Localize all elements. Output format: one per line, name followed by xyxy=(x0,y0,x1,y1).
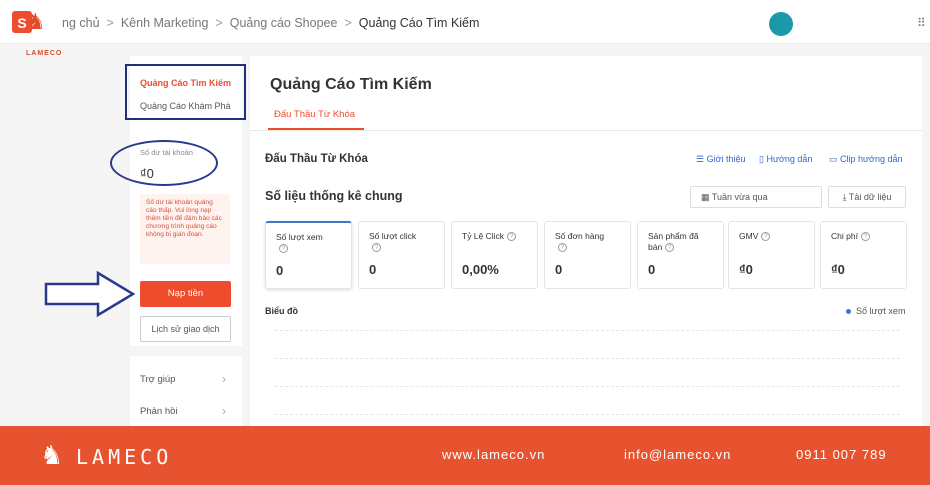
help-circle-icon[interactable]: ? xyxy=(279,244,288,254)
tab-divider xyxy=(250,130,922,131)
help-circle-icon[interactable]: ? xyxy=(507,232,517,242)
stats-title: Số liệu thống kê chung xyxy=(265,189,403,203)
breadcrumb-current: Quảng Cáo Tìm Kiếm xyxy=(358,16,480,30)
footer-banner: ♞ LAMECO www.lameco.vn info@lameco.vn 09… xyxy=(0,426,930,485)
section-title: Đấu Thầu Từ Khóa xyxy=(265,153,368,165)
apps-grid-icon[interactable]: ⠿ xyxy=(917,16,926,30)
metric-value: 0 xyxy=(648,262,656,277)
main-panel: Quảng Cáo Tìm Kiếm Đấu Thầu Từ Khóa Đấu … xyxy=(250,56,922,426)
metric-label: GMV xyxy=(739,231,759,241)
horse-logo-icon: ♞ xyxy=(26,9,46,34)
metric-label: Số lượt xem xyxy=(276,232,323,242)
tab-keyword-bidding[interactable]: Đấu Thầu Từ Khóa xyxy=(274,109,355,120)
metric-card-gmv[interactable]: GMV? ₫0 xyxy=(728,221,815,289)
transaction-history-button[interactable]: Lịch sử giao dịch xyxy=(140,316,231,342)
help-circle-icon[interactable]: ? xyxy=(558,243,567,253)
clip-link-label: Clip hướng dẫn xyxy=(840,154,903,164)
chart-legend[interactable]: Số lượt xem xyxy=(846,306,905,316)
breadcrumb-separator: > xyxy=(106,16,114,30)
metric-label: Chi phí xyxy=(831,231,858,241)
legend-label: Số lượt xem xyxy=(856,306,906,316)
help-circle-icon[interactable]: ? xyxy=(860,232,870,242)
chevron-right-icon: › xyxy=(222,372,226,386)
video-icon: ▭ xyxy=(829,154,841,164)
date-range-label: Tuần vừa qua xyxy=(711,192,768,202)
annotation-box xyxy=(125,64,246,120)
metric-label: Số lượt click xyxy=(369,231,417,241)
metric-card-ctr[interactable]: Tỷ Lệ Click? 0,00% xyxy=(451,221,538,289)
metric-value: 0 xyxy=(276,263,284,278)
annotation-oval xyxy=(110,140,218,186)
footer-website: www.lameco.vn xyxy=(442,447,546,462)
download-label: Tải dữ liệu xyxy=(848,192,892,202)
guide-link[interactable]: ▯ Hướng dẫn xyxy=(759,154,812,165)
help-circle-icon[interactable]: ? xyxy=(761,232,771,242)
metric-card-cost[interactable]: Chi phí? ₫0 xyxy=(820,221,907,289)
metric-card-views[interactable]: Số lượt xem? 0 xyxy=(265,221,352,289)
horse-logo-icon: ♞ xyxy=(40,440,64,470)
help-circle-icon[interactable]: ? xyxy=(372,243,381,253)
metric-value: ₫0 xyxy=(831,262,845,277)
breadcrumb-marketing[interactable]: Kênh Marketing xyxy=(121,16,209,30)
page-root: ng chủ > Kênh Marketing > Quảng cáo Shopee > Q… xyxy=(0,0,930,485)
logo: S ♞ xyxy=(8,8,60,56)
topup-button[interactable]: Nạp tiền xyxy=(140,281,231,307)
help-link[interactable]: Trợ giúp xyxy=(140,374,175,385)
chart-gridline xyxy=(275,386,900,387)
help-panel: Trợ giúp › Phản hồi › xyxy=(130,356,242,426)
low-balance-warning: Số dư tài khoản quảng cáo thấp. Vui lòng… xyxy=(140,194,230,264)
top-bar: ng chủ > Kênh Marketing > Quảng cáo Shopee > Q… xyxy=(0,0,930,44)
intro-link-label: Giới thiệu xyxy=(706,154,746,164)
guide-link-label: Hướng dẫn xyxy=(766,154,813,164)
metric-value: 0 xyxy=(369,262,377,277)
metric-card-products-sold[interactable]: Sản phẩm đã bán? 0 xyxy=(637,221,724,289)
chart-gridline xyxy=(275,414,900,415)
download-button[interactable]: ⤓ Tải dữ liệu xyxy=(828,186,906,208)
metric-card-orders[interactable]: Số đơn hàng? 0 xyxy=(544,221,631,289)
metric-value: 0,00% xyxy=(462,262,499,277)
breadcrumb-separator: > xyxy=(344,16,352,30)
breadcrumb-home[interactable]: ng chủ xyxy=(62,16,100,30)
annotation-arrow-icon xyxy=(44,270,136,318)
page-title: Quảng Cáo Tìm Kiếm xyxy=(270,76,432,93)
metric-card-clicks[interactable]: Số lượt click? 0 xyxy=(358,221,445,289)
logo-text: LAMECO xyxy=(26,50,63,57)
breadcrumb-shopee-ads[interactable]: Quảng cáo Shopee xyxy=(230,16,338,30)
footer-phone: 0911 007 789 xyxy=(796,447,887,462)
tab-underline xyxy=(268,128,364,130)
metric-value: 0 xyxy=(555,262,563,277)
avatar[interactable] xyxy=(769,12,793,36)
footer-brand: LAMECO xyxy=(76,445,173,469)
breadcrumb-separator: > xyxy=(215,16,223,30)
date-range-picker[interactable]: ▦ Tuần vừa qua xyxy=(690,186,822,208)
help-circle-icon[interactable]: ? xyxy=(665,243,675,253)
list-icon: ☰ xyxy=(696,154,707,164)
footer-email: info@lameco.vn xyxy=(624,447,732,462)
intro-link[interactable]: ☰ Giới thiệu xyxy=(696,154,746,165)
chevron-right-icon: › xyxy=(222,404,226,418)
breadcrumb: ng chủ > Kênh Marketing > Quảng cáo Shopee > Q… xyxy=(62,16,479,30)
legend-dot-icon xyxy=(846,309,851,315)
chart-gridline xyxy=(275,358,900,359)
chart-title: Biểu đồ xyxy=(265,306,298,316)
metric-value: ₫0 xyxy=(739,262,753,277)
calendar-icon: ▦ xyxy=(701,192,712,202)
feedback-link[interactable]: Phản hồi xyxy=(140,406,178,417)
chart-gridline xyxy=(275,330,900,331)
metric-label: Số đơn hàng xyxy=(555,231,605,241)
clip-guide-link[interactable]: ▭ Clip hướng dẫn xyxy=(829,154,902,165)
metric-label: Tỷ Lệ Click xyxy=(462,231,505,241)
